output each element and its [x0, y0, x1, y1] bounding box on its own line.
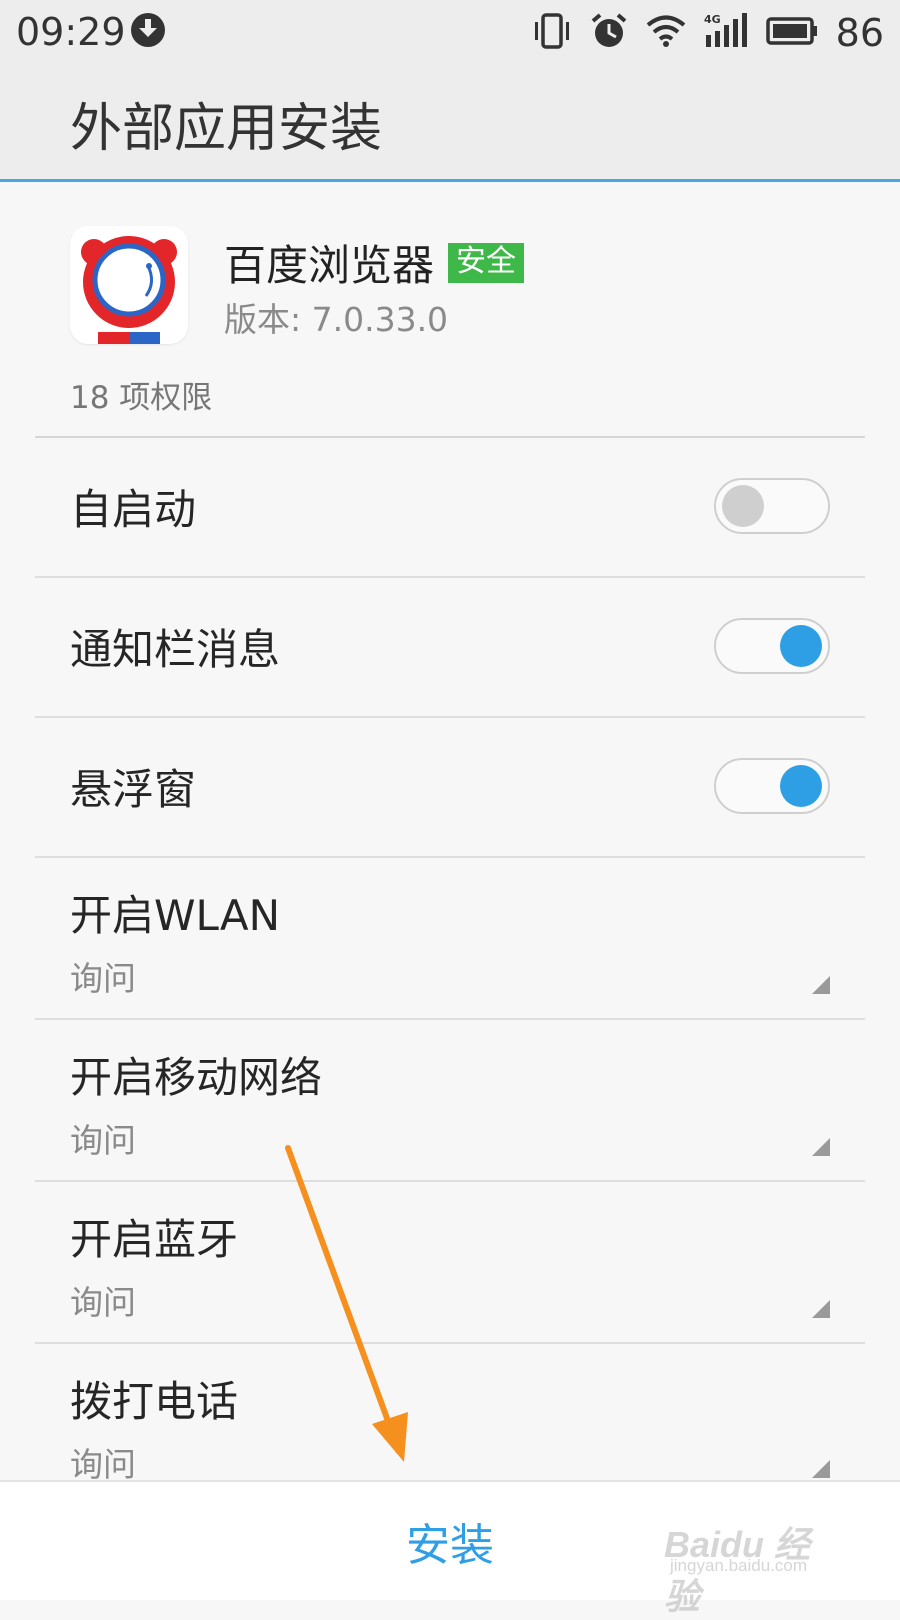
battery-icon	[766, 16, 818, 50]
notification-toggle[interactable]	[714, 618, 830, 674]
status-bar: 09:29	[0, 0, 900, 66]
permission-label: 悬浮窗	[70, 756, 196, 817]
baidu-browser-app-icon	[70, 226, 188, 344]
dropdown-triangle-icon	[812, 1138, 830, 1156]
permission-row-phone-call[interactable]: 拨打电话 询问	[35, 1344, 865, 1480]
toggle-knob	[780, 765, 822, 807]
page-title: 外部应用安装	[70, 86, 382, 161]
permission-value: 询问	[70, 1114, 136, 1162]
permission-row-bluetooth[interactable]: 开启蓝牙 询问	[35, 1182, 865, 1344]
permission-value: 询问	[70, 1276, 136, 1324]
permission-row-autostart: 自启动	[35, 438, 865, 578]
permission-label: 拨打电话	[70, 1368, 238, 1429]
toggle-knob	[722, 485, 764, 527]
permission-row-notification: 通知栏消息	[35, 578, 865, 718]
permission-label: 开启WLAN	[70, 882, 280, 943]
permission-value: 询问	[70, 952, 136, 1000]
permission-label: 通知栏消息	[70, 616, 280, 677]
app-name: 百度浏览器	[224, 232, 434, 293]
permission-label: 自启动	[70, 476, 196, 537]
alarm-icon	[590, 12, 628, 54]
svg-text:4G: 4G	[704, 13, 721, 26]
permission-value: 询问	[70, 1438, 136, 1486]
permission-count: 18 项权限	[70, 372, 212, 417]
autostart-toggle[interactable]	[714, 478, 830, 534]
app-bar: 外部应用安装	[0, 66, 900, 182]
toggle-knob	[780, 625, 822, 667]
app-info: 百度浏览器 安全 版本: 7.0.33.0 18 项权限	[0, 182, 900, 437]
status-icons: 4G 86	[532, 10, 884, 56]
baidu-jingyan-watermark: Baidu 经验 jingyan.baidu.com	[664, 1510, 844, 1580]
floating-window-toggle[interactable]	[714, 758, 830, 814]
app-name-row: 百度浏览器 安全	[224, 232, 524, 293]
permission-row-mobile-network[interactable]: 开启移动网络 询问	[35, 1020, 865, 1182]
battery-level: 86	[836, 11, 884, 55]
permission-label: 开启移动网络	[70, 1044, 322, 1105]
wifi-icon	[646, 14, 686, 52]
vibrate-icon	[532, 13, 572, 53]
4g-signal-icon: 4G	[704, 13, 748, 53]
permission-row-floating-window: 悬浮窗	[35, 718, 865, 858]
dropdown-triangle-icon	[812, 1300, 830, 1318]
safe-badge: 安全	[448, 243, 524, 283]
status-time: 09:29	[16, 10, 126, 54]
dropdown-triangle-icon	[812, 1460, 830, 1478]
app-version: 版本: 7.0.33.0	[224, 293, 448, 341]
dropdown-triangle-icon	[812, 976, 830, 994]
permission-label: 开启蓝牙	[70, 1206, 238, 1267]
download-icon	[131, 13, 165, 47]
permission-row-wlan[interactable]: 开启WLAN 询问	[35, 858, 865, 1020]
watermark-sub: jingyan.baidu.com	[670, 1556, 807, 1576]
